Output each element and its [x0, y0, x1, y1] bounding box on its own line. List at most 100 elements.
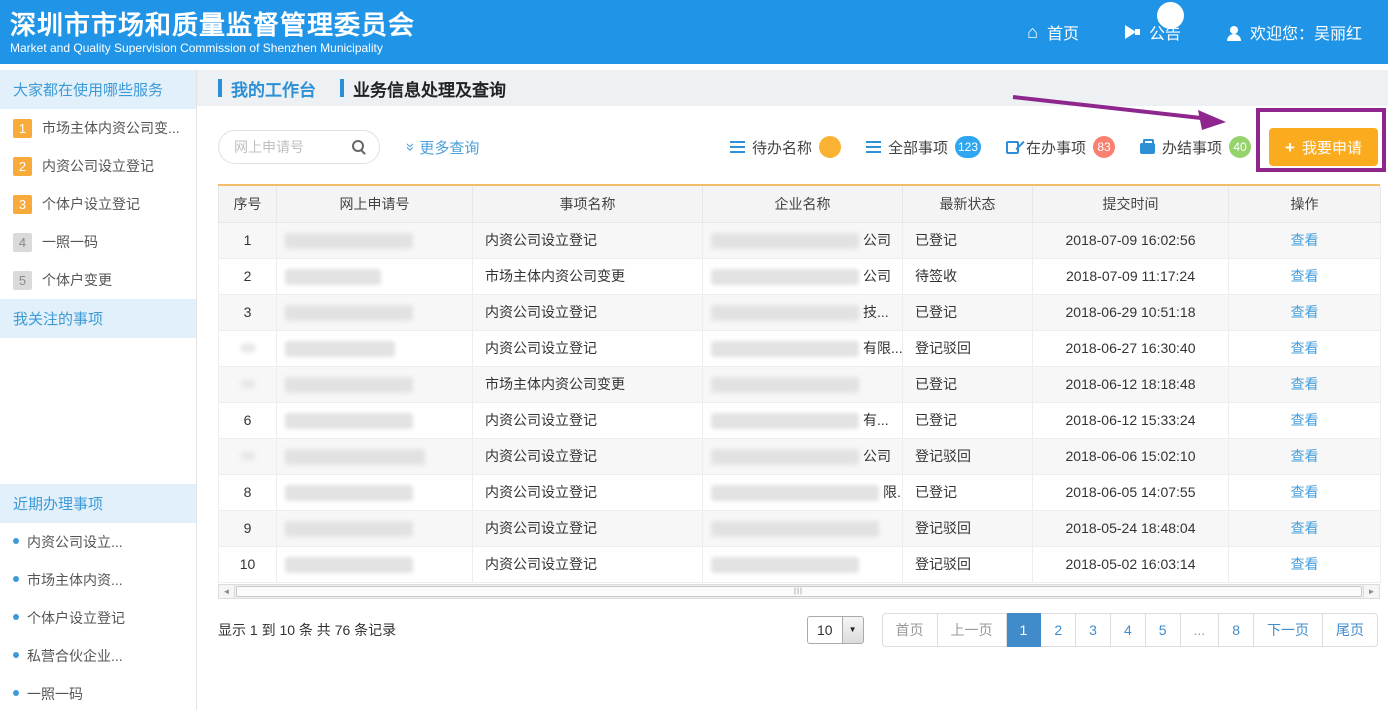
cell-application-number [277, 402, 473, 438]
filter-in-progress-items[interactable]: 在办事项 83 [1006, 136, 1115, 158]
cell-status: 登记驳回 [903, 330, 1033, 366]
scrollbar-thumb[interactable] [236, 586, 1362, 597]
cell-serial [219, 438, 277, 474]
company-name-suffix: 技... [863, 304, 889, 320]
view-link[interactable]: 查看 [1291, 412, 1319, 428]
rank-badge: 5 [13, 271, 32, 290]
tab-my-workbench-label: 我的工作台 [231, 76, 316, 101]
cell-status: 已登记 [903, 474, 1033, 510]
page-button[interactable]: 上一页 [938, 613, 1007, 647]
company-name-suffix: 公司 [863, 448, 891, 464]
apply-button[interactable]: + 我要申请 [1269, 128, 1378, 166]
search-input[interactable] [219, 139, 351, 155]
view-link[interactable]: 查看 [1291, 556, 1319, 572]
nav-home[interactable]: ⌂ 首页 [1027, 20, 1079, 44]
popular-item-label: 内资公司设立登记 [42, 156, 154, 176]
tab-business-info[interactable]: 业务信息处理及查询 [340, 76, 506, 101]
page-button[interactable]: 尾页 [1323, 613, 1378, 647]
sidebar-recent-item[interactable]: 市场主体内资... [0, 561, 196, 599]
filter-completed-items[interactable]: 办结事项 40 [1140, 136, 1251, 158]
table-row: 9 内资公司设立登记 登记驳回 2018-05-24 18:48:04 查看 [219, 510, 1381, 546]
cell-status: 登记驳回 [903, 546, 1033, 582]
cell-company-name: 有限... [703, 330, 903, 366]
cell-application-number [277, 474, 473, 510]
cell-serial: 10 [219, 546, 277, 582]
page-button[interactable]: 4 [1111, 613, 1146, 647]
table-row: 6 内资公司设立登记 有... 已登记 2018-06-12 15:33:24 … [219, 402, 1381, 438]
nav-welcome-user[interactable]: 欢迎您：吴丽红 [1227, 20, 1362, 44]
table-footer: 显示 1 到 10 条 共 76 条记录 10 ▼ 首页 上一页 1 2 [218, 613, 1378, 647]
sidebar-popular-item[interactable]: 4 一照一码 [0, 223, 196, 261]
search-icon[interactable] [351, 139, 367, 155]
count-badge: 83 [1093, 136, 1115, 158]
view-link[interactable]: 查看 [1291, 304, 1319, 320]
sidebar-popular-item[interactable]: 1 市场主体内资公司变... [0, 109, 196, 147]
page-size-select[interactable]: 10 ▼ [807, 616, 864, 644]
sidebar-spacer [0, 338, 196, 484]
company-name-suffix: 有限... [863, 340, 903, 356]
view-link[interactable]: 查看 [1291, 376, 1319, 392]
sidebar-recent-item[interactable]: 私营合伙企业... [0, 637, 196, 675]
table-row: 3 内资公司设立登记 技... 已登记 2018-06-29 10:51:18 … [219, 294, 1381, 330]
cell-application-number [277, 258, 473, 294]
page-button[interactable]: 8 [1219, 613, 1254, 647]
sidebar-popular-item[interactable]: 2 内资公司设立登记 [0, 147, 196, 185]
column-header: 企业名称 [703, 186, 903, 222]
page-button[interactable]: 2 [1041, 613, 1076, 647]
page-button[interactable]: 3 [1076, 613, 1111, 647]
table-row: 2 市场主体内资公司变更 公司 待签收 2018-07-09 11:17:24 … [219, 258, 1381, 294]
cell-status: 待签收 [903, 258, 1033, 294]
column-header: 网上申请号 [277, 186, 473, 222]
toolbar: » 更多查询 待办名称 全部事项 123 在办事项 83 [197, 118, 1388, 176]
view-link[interactable]: 查看 [1291, 340, 1319, 356]
sidebar-popular-item[interactable]: 3 个体户设立登记 [0, 185, 196, 223]
company-name-suffix: 有... [863, 412, 889, 428]
view-link[interactable]: 查看 [1291, 448, 1319, 464]
sidebar-popular-item[interactable]: 5 个体户变更 [0, 261, 196, 299]
filter-label: 办结事项 [1162, 137, 1222, 158]
company-name-suffix: 公司 [863, 268, 891, 284]
page-button[interactable]: ... [1181, 613, 1220, 647]
cell-company-name: 限... [703, 474, 903, 510]
column-header: 事项名称 [473, 186, 703, 222]
sidebar-recent-item[interactable]: 内资公司设立... [0, 523, 196, 561]
more-query-link[interactable]: » 更多查询 [406, 137, 479, 158]
cell-submit-time: 2018-06-06 15:02:10 [1033, 438, 1229, 474]
cell-submit-time: 2018-05-24 18:48:04 [1033, 510, 1229, 546]
tab-my-workbench[interactable]: 我的工作台 [218, 76, 316, 101]
redacted-application-number [285, 521, 413, 537]
popular-item-label: 一照一码 [42, 232, 98, 252]
table-row: 1 内资公司设立登记 公司 已登记 2018-07-09 16:02:56 查看 [219, 222, 1381, 258]
count-badge: 40 [1229, 136, 1251, 158]
horizontal-scrollbar: ◄ ► [218, 584, 1380, 599]
view-link[interactable]: 查看 [1291, 268, 1319, 284]
cell-status: 已登记 [903, 402, 1033, 438]
popular-item-label: 市场主体内资公司变... [42, 118, 180, 138]
page-button[interactable]: 5 [1146, 613, 1181, 647]
sidebar-recent-item[interactable]: 一照一码 [0, 675, 196, 713]
page-button[interactable]: 下一页 [1254, 613, 1323, 647]
table-body: 1 内资公司设立登记 公司 已登记 2018-07-09 16:02:56 查看… [219, 222, 1381, 582]
filter-all-items[interactable]: 全部事项 123 [866, 136, 981, 158]
view-link[interactable]: 查看 [1291, 520, 1319, 536]
cell-serial [219, 366, 277, 402]
page-buttons: 首页 上一页 1 2 3 4 5 ... [882, 613, 1378, 647]
redacted-company-name [711, 557, 859, 573]
cell-company-name [703, 366, 903, 402]
pagination: 10 ▼ 首页 上一页 1 2 3 4 [807, 613, 1378, 647]
view-link[interactable]: 查看 [1291, 232, 1319, 248]
cell-item-name: 市场主体内资公司变更 [473, 366, 703, 402]
redacted-application-number [285, 449, 425, 465]
filter-pending-names[interactable]: 待办名称 [730, 136, 841, 158]
page-button[interactable]: 首页 [882, 613, 938, 647]
page-button[interactable]: 1 [1007, 613, 1042, 647]
sidebar-recent-item[interactable]: 个体户设立登记 [0, 599, 196, 637]
redacted-company-name [711, 377, 859, 393]
redacted-application-number [285, 485, 413, 501]
scroll-left-arrow[interactable]: ◄ [219, 585, 235, 598]
view-link[interactable]: 查看 [1291, 484, 1319, 500]
scroll-right-arrow[interactable]: ► [1363, 585, 1379, 598]
tab-strip: 我的工作台 业务信息处理及查询 [197, 70, 1388, 106]
table-row: 10 内资公司设立登记 登记驳回 2018-05-02 16:03:14 查看 [219, 546, 1381, 582]
rank-badge: 2 [13, 157, 32, 176]
